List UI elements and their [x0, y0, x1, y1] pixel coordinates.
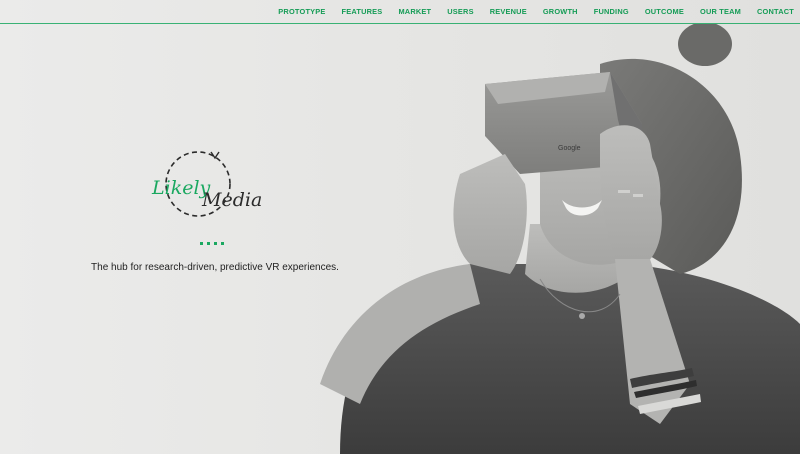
- left-hand: [453, 154, 527, 274]
- dot: [214, 242, 217, 245]
- nav-link-features[interactable]: FEATURES: [342, 5, 383, 19]
- necklace-pendant: [579, 313, 585, 319]
- ring: [633, 194, 643, 197]
- dot: [200, 242, 203, 245]
- nav-link-market[interactable]: MARKET: [398, 5, 431, 19]
- decorative-dots: [200, 241, 226, 246]
- dot: [207, 242, 210, 245]
- ring: [618, 190, 630, 193]
- dot: [221, 242, 224, 245]
- nav-link-growth[interactable]: GROWTH: [543, 5, 578, 19]
- hero-section: PROTOTYPE FEATURES MARKET USERS REVENUE …: [0, 0, 800, 454]
- main-nav: PROTOTYPE FEATURES MARKET USERS REVENUE …: [278, 5, 794, 19]
- hero-photo-vr-user: Google: [320, 24, 800, 454]
- nav-link-contact[interactable]: CONTACT: [757, 5, 794, 19]
- nav-link-funding[interactable]: FUNDING: [594, 5, 629, 19]
- hair-bun: [678, 24, 732, 66]
- nav-link-prototype[interactable]: PROTOTYPE: [278, 5, 325, 19]
- logo-arrow-icon: [210, 151, 220, 160]
- likely-media-logo: Likely Media: [151, 151, 262, 217]
- nav-link-revenue[interactable]: REVENUE: [490, 5, 527, 19]
- top-navigation-bar: PROTOTYPE FEATURES MARKET USERS REVENUE …: [0, 0, 800, 24]
- nav-link-outcome[interactable]: OUTCOME: [645, 5, 684, 19]
- logo-word-media: Media: [201, 189, 262, 211]
- nav-link-our-team[interactable]: OUR TEAM: [700, 5, 741, 19]
- headset-brand-label: Google: [558, 145, 581, 152]
- nav-link-users[interactable]: USERS: [447, 5, 473, 19]
